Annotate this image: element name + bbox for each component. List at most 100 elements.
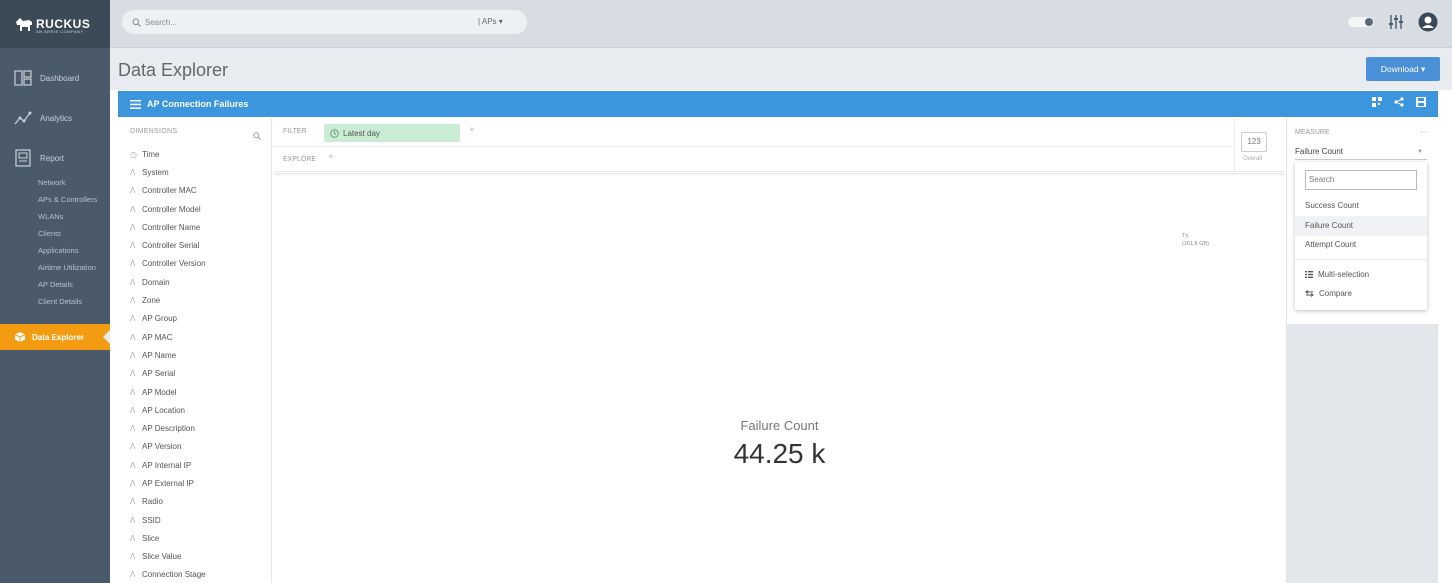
dimension-label: AP Name — [142, 350, 177, 360]
brand-logo[interactable]: RUCKUS AN ARRIS COMPANY — [0, 0, 110, 48]
sidebar-subitem-aps-controllers[interactable]: APs & Controllers — [0, 191, 110, 208]
share-icon[interactable] — [1394, 97, 1404, 107]
overall-format-button[interactable]: 123 — [1241, 132, 1267, 152]
result-label: Failure Count — [740, 418, 819, 433]
overall-box: 123 Overall — [1234, 118, 1285, 172]
dimension-item[interactable]: Λ AP Name — [130, 346, 206, 364]
measure-option-success-count[interactable]: Success Count — [1305, 201, 1359, 210]
dimension-item[interactable]: Λ AP Model — [130, 383, 206, 401]
dimensions-header: DIMENSIONS — [130, 128, 178, 135]
more-icon[interactable]: ··· — [1420, 127, 1428, 136]
dimension-label: Slice — [142, 533, 160, 543]
sidebar-subitem-airtime-utilization[interactable]: Airtime Utilization — [0, 259, 110, 276]
compare-option[interactable]: Compare — [1305, 289, 1352, 298]
scope-selector[interactable]: | APs ▾ — [478, 10, 503, 34]
tx-annotation: Tx (161.8 GB) — [1182, 232, 1209, 248]
string-type-icon: Λ — [130, 570, 136, 580]
panel-title-bar: AP Connection Failures — [118, 91, 1438, 117]
filter-chip-latest-day[interactable]: Latest day — [324, 124, 460, 142]
divider — [274, 173, 1285, 176]
dimension-item[interactable]: Λ Controller Model — [130, 200, 206, 218]
measure-option-attempt-count[interactable]: Attempt Count — [1305, 240, 1356, 249]
dimension-item[interactable]: Λ System — [130, 163, 206, 181]
measure-select[interactable]: Failure Count ▼ — [1295, 144, 1427, 160]
brand-tagline: AN ARRIS COMPANY — [36, 29, 84, 34]
dimension-item[interactable]: Λ AP Version — [130, 438, 206, 456]
dimension-item[interactable]: Λ Zone — [130, 291, 206, 309]
multi-selection-label: Multi-selection — [1318, 270, 1370, 279]
dimension-item[interactable]: Λ Controller Version — [130, 255, 206, 273]
string-type-icon: Λ — [130, 387, 136, 397]
search-icon[interactable] — [253, 127, 261, 145]
dimension-item[interactable]: Λ Slice — [130, 529, 206, 547]
dimension-label: AP Serial — [142, 369, 176, 379]
measure-header: MEASURE — [1295, 129, 1330, 136]
string-type-icon: Λ — [130, 515, 136, 525]
report-icon — [14, 149, 32, 167]
dimension-item[interactable]: Λ Controller MAC — [130, 182, 206, 200]
add-explore-icon[interactable]: + — [328, 152, 334, 163]
dimensions-panel: DIMENSIONS ◷ Time Λ System Λ Controller MAC Λ C… — [118, 118, 272, 583]
global-search[interactable]: Search... | APs ▾ — [122, 10, 527, 34]
sidebar-item-report[interactable]: Report — [0, 138, 110, 178]
dimension-item[interactable]: Λ AP Group — [130, 310, 206, 328]
dimension-item[interactable]: Λ AP Location — [130, 401, 206, 419]
dimension-label: AP Internal IP — [142, 460, 192, 470]
result-value: 44.25 k — [733, 438, 826, 469]
dimension-item[interactable]: Λ AP MAC — [130, 328, 206, 346]
compare-label: Compare — [1319, 289, 1352, 298]
sidebar-subitem-network[interactable]: Network — [0, 174, 110, 191]
dimension-item[interactable]: Λ Controller Serial — [130, 236, 206, 254]
measure-search-input[interactable]: Search — [1305, 170, 1417, 190]
sidebar-item-data-explorer[interactable]: Data Explorer — [0, 324, 110, 350]
add-filter-icon[interactable]: + — [469, 125, 475, 136]
clock-icon — [330, 128, 339, 138]
dimension-item[interactable]: Λ Controller Name — [130, 218, 206, 236]
sidebar-subitem-wlans[interactable]: WLANs — [0, 208, 110, 225]
dimension-item[interactable]: ◷ Time — [130, 145, 206, 163]
sidebar-item-dashboard[interactable]: Dashboard — [0, 58, 110, 98]
dimension-label: Controller Serial — [142, 241, 200, 251]
dimension-label: Controller Version — [142, 259, 206, 269]
dimension-item[interactable]: Λ Connection Stage — [130, 566, 206, 583]
dimension-item[interactable]: Λ AP Serial — [130, 365, 206, 383]
sidebar-item-analytics[interactable]: Analytics — [0, 98, 110, 138]
filter-settings-icon[interactable] — [1388, 14, 1404, 30]
sidebar-item-label: Data Explorer — [32, 332, 85, 342]
filter-label: FILTER — [283, 128, 307, 135]
dimension-item[interactable]: Λ AP External IP — [130, 474, 206, 492]
search-input[interactable]: Search... — [145, 18, 177, 27]
pin-icon[interactable] — [1372, 97, 1382, 107]
dimension-label: AP Version — [142, 442, 182, 452]
string-type-icon: Λ — [130, 241, 136, 251]
dimension-item[interactable]: Λ Domain — [130, 273, 206, 291]
dimension-item[interactable]: Λ Slice Value — [130, 548, 206, 566]
overall-label: Overall — [1243, 156, 1263, 162]
dimension-item[interactable]: Λ SSID — [130, 511, 206, 529]
string-type-icon: Λ — [130, 167, 136, 177]
explore-row: EXPLORE + — [274, 147, 1234, 172]
sidebar-subitem-clients[interactable]: Clients — [0, 225, 110, 242]
dimension-item[interactable]: Λ Radio — [130, 493, 206, 511]
sidebar-subitem-ap-details[interactable]: AP Details — [0, 276, 110, 293]
sidebar-nav: Dashboard Analytics Report Network APs &… — [0, 58, 110, 310]
user-avatar-icon[interactable] — [1418, 12, 1438, 32]
string-type-icon: Λ — [130, 497, 136, 507]
cube-icon — [14, 331, 26, 343]
save-icon[interactable] — [1416, 97, 1426, 107]
sidebar-subitem-client-details[interactable]: Client Details — [0, 293, 110, 310]
dimension-label: Controller Name — [142, 222, 201, 232]
clock-icon: ◷ — [130, 149, 137, 159]
measure-option-failure-count[interactable]: Failure Count — [1305, 221, 1353, 230]
report-submenu: Network APs & Controllers WLANs Clients … — [0, 174, 110, 310]
dimension-item[interactable]: Λ AP Internal IP — [130, 456, 206, 474]
sidebar-subitem-applications[interactable]: Applications — [0, 242, 110, 259]
multi-selection-option[interactable]: Multi-selection — [1305, 270, 1369, 279]
string-type-icon: Λ — [130, 369, 136, 379]
hamburger-menu-icon[interactable] — [130, 99, 141, 109]
dimension-item[interactable]: Λ AP Description — [130, 419, 206, 437]
download-button[interactable]: Download ▾ — [1366, 57, 1440, 81]
dimension-list: ◷ Time Λ System Λ Controller MAC Λ Controller M… — [130, 145, 206, 583]
explore-label: EXPLORE — [283, 156, 317, 163]
theme-toggle[interactable] — [1348, 17, 1374, 27]
